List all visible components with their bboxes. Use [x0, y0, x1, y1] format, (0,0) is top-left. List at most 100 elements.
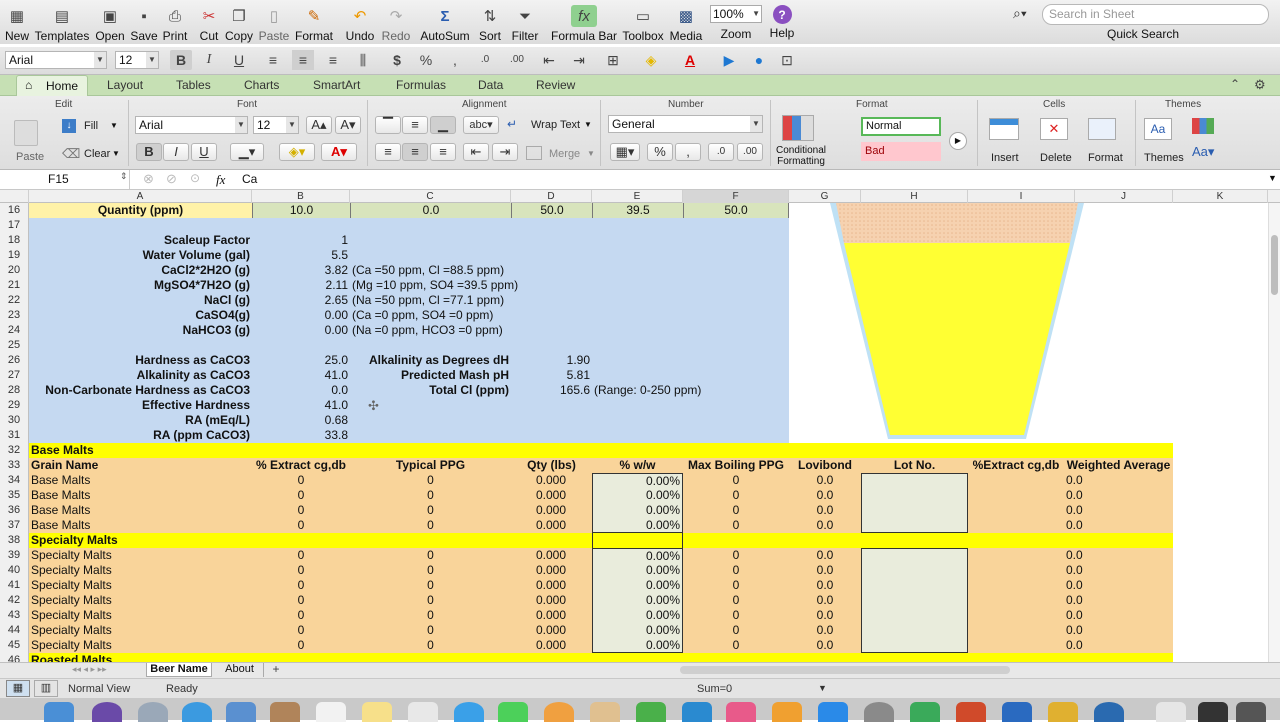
sheet-tab-about[interactable]: About	[216, 663, 264, 677]
cell-value[interactable]: 0.00%	[592, 548, 683, 563]
zoom-select[interactable]: 100% ▼	[710, 5, 762, 23]
cell-value[interactable]: 0.00%	[592, 578, 683, 593]
cell-value[interactable]: 0.000	[511, 623, 592, 638]
cell-value[interactable]: 25.0	[252, 353, 350, 368]
zoom-control[interactable]: 100% ▼ Zoom	[708, 0, 764, 44]
cell-label[interactable]: Predicted Mash pH	[350, 368, 511, 383]
grain-name[interactable]: Base Malts	[29, 473, 252, 488]
cell-label[interactable]: NaHCO3 (g)	[29, 323, 252, 338]
column-title[interactable]: %Extract cg,db	[968, 458, 1064, 473]
ribbon-align-right-icon[interactable]: ≡	[430, 143, 456, 161]
finder-icon[interactable]	[44, 702, 74, 722]
cell-value[interactable]: 0	[683, 488, 789, 503]
wrap-text-button[interactable]: ↵ Wrap Text ▼	[507, 117, 595, 135]
add-sheet-button[interactable]: +	[268, 663, 284, 677]
cell-value[interactable]: 0.00%	[592, 623, 683, 638]
ribbon-increase-decimal-icon[interactable]: .0	[708, 143, 734, 161]
tab-smartart[interactable]: SmartArt	[313, 78, 360, 92]
ribbon-italic-button[interactable]: I	[163, 143, 189, 161]
cell-label[interactable]: Total Cl (ppm)	[350, 383, 511, 398]
lot-input[interactable]	[861, 608, 968, 623]
cell-value[interactable]: 0	[683, 563, 789, 578]
cell-value[interactable]: 0.0	[1064, 488, 1083, 503]
ribbon-decrease-decimal-icon[interactable]: .00	[737, 143, 763, 161]
row-header[interactable]: 25	[0, 338, 29, 353]
save-button[interactable]: ▪ Save	[130, 0, 158, 44]
cell-value[interactable]: 0	[252, 578, 350, 593]
lot-input[interactable]	[861, 638, 968, 653]
scroll-thumb[interactable]	[1271, 235, 1278, 295]
trash-icon[interactable]	[1236, 702, 1266, 722]
sheet-tab-beer-name[interactable]: Beer Name	[146, 663, 212, 677]
cell-e16[interactable]: 39.5	[592, 203, 683, 218]
cell-value[interactable]: 0	[683, 518, 789, 533]
cell-value[interactable]: 0.00%	[592, 488, 683, 503]
photos-icon[interactable]	[544, 702, 574, 722]
row-header[interactable]: 41	[0, 578, 29, 593]
border-style-icon[interactable]: ▁▾	[230, 143, 264, 161]
paste-button[interactable]: ▯ Paste	[258, 0, 290, 44]
currency-icon[interactable]: $	[386, 50, 408, 70]
column-header-k[interactable]: K	[1173, 190, 1268, 203]
messages-icon[interactable]	[498, 702, 528, 722]
cell-value[interactable]: 0.0	[1064, 578, 1083, 593]
column-title[interactable]: Grain Name	[29, 458, 252, 473]
theme-colors-icon[interactable]	[1192, 118, 1214, 134]
cell-value[interactable]: 0.000	[511, 608, 592, 623]
lot-input[interactable]	[861, 503, 968, 518]
siri-icon[interactable]	[92, 702, 122, 722]
decrease-font-size-icon[interactable]: A▾	[335, 116, 361, 134]
column-header-a[interactable]: A	[29, 190, 252, 203]
section-header[interactable]: Base Malts	[29, 443, 1173, 458]
cell-value[interactable]: 0.0	[789, 593, 861, 608]
cell-value[interactable]: 0	[350, 518, 511, 533]
cell-value[interactable]: 0.0	[1064, 638, 1083, 653]
cell-note[interactable]: (Ca =0 ppm, SO4 =0 ppm)	[350, 308, 530, 323]
worksheet-grid[interactable]: 16 Quantity (ppm) 10.0 0.0 50.0 39.5 50.…	[0, 203, 1268, 663]
notes-icon[interactable]	[362, 702, 392, 722]
cell-value[interactable]: 0	[683, 638, 789, 653]
cell-value[interactable]: 0.000	[511, 593, 592, 608]
templates-button[interactable]: ▤ Templates	[35, 0, 90, 44]
ribbon-bold-button[interactable]: B	[136, 143, 162, 161]
cell-label[interactable]: Alkalinity as CaCO3	[29, 368, 252, 383]
cell-value[interactable]: 0	[683, 593, 789, 608]
row-header[interactable]: 37	[0, 518, 29, 533]
cell-value[interactable]: 0.0	[1064, 473, 1083, 488]
italic-button[interactable]: I	[198, 50, 220, 70]
format-painter-button[interactable]: ✎ Format	[294, 0, 334, 44]
print-button[interactable]: ⎙ Print	[161, 0, 189, 44]
page-layout-view-button[interactable]: ▥	[34, 680, 58, 697]
sort-button[interactable]: ⇅ Sort	[476, 0, 504, 44]
expand-formula-icon[interactable]: ▼	[1268, 173, 1277, 183]
cell-value[interactable]: 0.0	[1064, 503, 1083, 518]
font-size-select[interactable]: 12 ▼	[115, 51, 159, 69]
column-header-j[interactable]: J	[1075, 190, 1173, 203]
ribbon-outdent-icon[interactable]: ⇤	[463, 143, 489, 161]
open-button[interactable]: ▣ Open	[94, 0, 126, 44]
cell-value[interactable]: 165.6	[511, 383, 592, 398]
conditional-formatting-button[interactable]: Conditional Formatting	[774, 115, 830, 169]
cell-label[interactable]: CaSO4(g)	[29, 308, 252, 323]
cell-value[interactable]: 0	[350, 473, 511, 488]
column-title[interactable]: % Extract cg,db	[252, 458, 350, 473]
cell-value[interactable]: 0	[683, 503, 789, 518]
numbers-icon[interactable]	[636, 702, 666, 722]
cell-value[interactable]: 0.0	[789, 563, 861, 578]
row-header[interactable]: 36	[0, 503, 29, 518]
cell-value[interactable]: 0.0	[1064, 548, 1083, 563]
powerpoint-icon[interactable]	[956, 702, 986, 722]
tab-data[interactable]: Data	[478, 78, 503, 92]
row-header[interactable]: 38	[0, 533, 29, 548]
insert-button[interactable]: Insert	[985, 116, 1029, 166]
cell-value[interactable]: 0.00%	[592, 503, 683, 518]
new-button[interactable]: ▦ New	[4, 0, 30, 44]
column-header-h[interactable]: H	[861, 190, 968, 203]
grain-name[interactable]: Specialty Malts	[29, 578, 252, 593]
ribbon-size-select[interactable]: 12 ▼	[253, 116, 299, 134]
row-header[interactable]: 24	[0, 323, 29, 338]
horizontal-scrollbar[interactable]	[680, 666, 1010, 674]
safari-icon[interactable]	[182, 702, 212, 722]
column-header-i[interactable]: I	[968, 190, 1075, 203]
cancel-icon[interactable]: ⊗	[143, 171, 154, 187]
